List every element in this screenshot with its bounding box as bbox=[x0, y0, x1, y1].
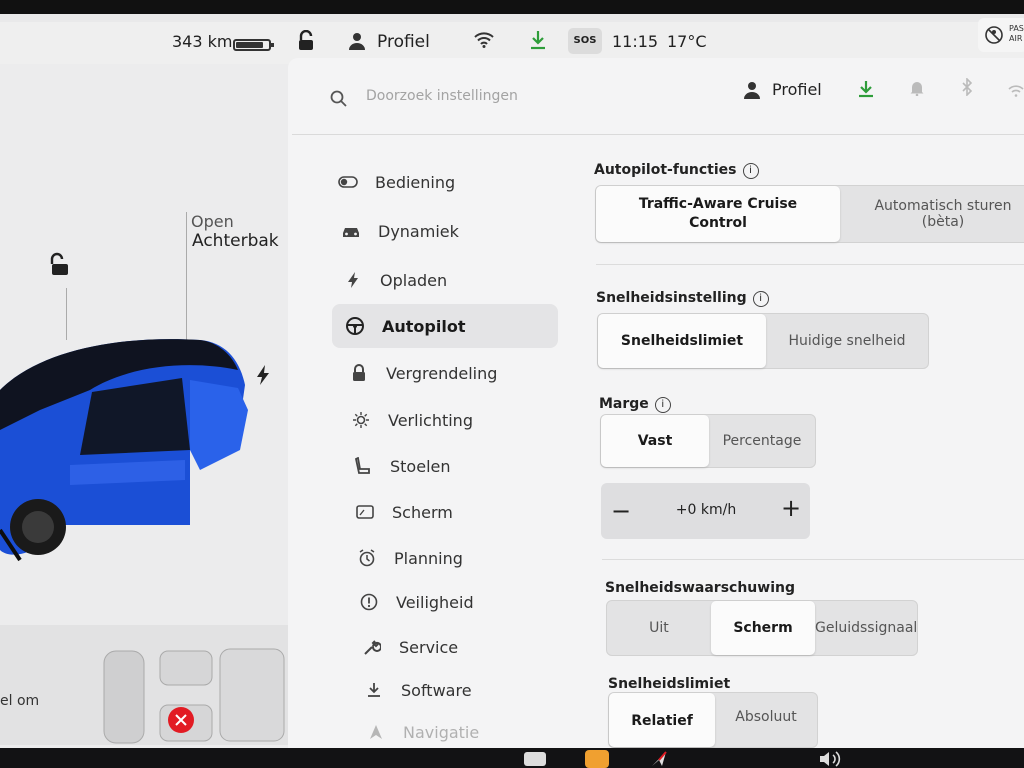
speed-setting-selector: Snelheidslimiet Huidige snelheid bbox=[597, 313, 929, 369]
speed-warning-selector: Uit Scherm Geluidssignaal bbox=[606, 600, 918, 656]
temperature[interactable]: 17°C bbox=[667, 32, 707, 51]
screen-bezel-bottom bbox=[0, 748, 1024, 768]
decrease-button[interactable]: − bbox=[607, 497, 635, 525]
nav-item-stoelen[interactable]: Stoelen bbox=[352, 446, 451, 486]
option-vast[interactable]: Vast bbox=[601, 415, 709, 467]
nav-item-opladen[interactable]: Opladen bbox=[342, 260, 447, 300]
steering-wheel-icon bbox=[344, 316, 366, 336]
autopilot-functions-title: Autopilot-functies i bbox=[594, 162, 759, 179]
margin-stepper: − +0 km/h + bbox=[601, 483, 810, 539]
battery-icon bbox=[233, 39, 274, 51]
toggle-icon bbox=[337, 176, 359, 188]
speed-limit-title: Snelheidslimiet bbox=[608, 676, 731, 692]
download-icon bbox=[363, 682, 385, 698]
nav-item-autopilot[interactable]: Autopilot bbox=[332, 304, 558, 348]
touchscreen: 343 km Profiel SOS 11:15 17°C PASS AIR O… bbox=[0, 0, 1024, 768]
header-profile-label[interactable]: Profiel bbox=[772, 80, 822, 99]
info-icon[interactable]: i bbox=[752, 291, 769, 307]
option-geluidssignaal[interactable]: Geluidssignaal bbox=[815, 601, 917, 655]
sun-icon bbox=[350, 411, 372, 429]
bluetooth-icon[interactable] bbox=[961, 77, 973, 100]
margin-title: Marge i bbox=[599, 396, 671, 413]
trunk-label[interactable]: Achterbak bbox=[192, 231, 279, 251]
dock-radio-icon[interactable] bbox=[585, 750, 609, 768]
option-automatisch-sturen[interactable]: Automatisch sturen (bèta) bbox=[840, 186, 1024, 242]
option-scherm[interactable]: Scherm bbox=[711, 601, 815, 655]
clock: 11:15 bbox=[612, 32, 659, 51]
lock-icon bbox=[348, 364, 370, 382]
screen-icon bbox=[354, 505, 376, 519]
navigation-icon bbox=[365, 724, 387, 740]
seat-map-card[interactable]: el om bbox=[0, 625, 318, 745]
dock-navigation-icon[interactable] bbox=[650, 750, 670, 768]
wrench-icon bbox=[361, 638, 383, 656]
speed-setting-title: Snelheidsinstelling i bbox=[596, 290, 769, 307]
autopilot-functions-selector: Traffic-Aware Cruise Control Automatisch… bbox=[595, 185, 1024, 243]
option-huidige-snelheid[interactable]: Huidige snelheid bbox=[766, 314, 928, 368]
seat-icon bbox=[352, 457, 374, 475]
door-unlock-icon[interactable] bbox=[46, 252, 72, 282]
header-wifi-icon[interactable] bbox=[1008, 82, 1024, 101]
nav-item-verlichting[interactable]: Verlichting bbox=[350, 400, 473, 440]
section-divider bbox=[596, 264, 1024, 265]
info-icon[interactable]: i bbox=[654, 397, 671, 413]
option-uit[interactable]: Uit bbox=[607, 601, 711, 655]
download-icon[interactable] bbox=[530, 30, 546, 54]
option-percentage[interactable]: Percentage bbox=[709, 415, 815, 467]
nav-item-software[interactable]: Software bbox=[363, 670, 472, 710]
alert-circle-icon bbox=[358, 593, 380, 611]
header-download-icon[interactable] bbox=[858, 80, 874, 102]
section-divider bbox=[602, 559, 1024, 560]
nav-item-dynamiek[interactable]: Dynamiek bbox=[340, 211, 459, 251]
nav-item-scherm[interactable]: Scherm bbox=[354, 492, 453, 532]
margin-value: +0 km/h bbox=[675, 502, 737, 518]
seat-layout-icon[interactable] bbox=[100, 645, 290, 745]
car-image[interactable] bbox=[0, 330, 270, 570]
speed-limit-selector: Relatief Absoluut bbox=[608, 692, 818, 748]
speed-warning-title: Snelheidswaarschuwing bbox=[605, 580, 795, 596]
info-icon[interactable]: i bbox=[742, 163, 759, 179]
profile-label[interactable]: Profiel bbox=[377, 32, 430, 52]
sos-button[interactable]: SOS bbox=[568, 28, 602, 54]
margin-selector: Vast Percentage bbox=[600, 414, 816, 468]
option-traffic-aware-cruise-control[interactable]: Traffic-Aware Cruise Control bbox=[596, 186, 840, 242]
search-input[interactable]: Doorzoek instellingen bbox=[366, 88, 518, 104]
bolt-icon bbox=[342, 271, 364, 289]
increase-button[interactable]: + bbox=[777, 494, 805, 522]
option-relatief[interactable]: Relatief bbox=[609, 693, 715, 747]
header-profile-icon[interactable] bbox=[744, 81, 760, 103]
screen-bezel-top bbox=[0, 0, 1024, 14]
range-readout: 343 km bbox=[172, 32, 233, 51]
nav-item-planning[interactable]: Planning bbox=[356, 538, 463, 578]
passenger-airbag-indicator: PASS AIR bbox=[978, 18, 1024, 52]
trunk-state-label: Open bbox=[191, 212, 234, 231]
search-icon[interactable] bbox=[330, 90, 348, 112]
nav-item-navigatie[interactable]: Navigatie bbox=[365, 712, 479, 752]
lock-status-icon[interactable] bbox=[297, 29, 315, 56]
seat-card-text: el om bbox=[0, 693, 40, 709]
wifi-icon bbox=[474, 32, 494, 52]
option-snelheidslimiet[interactable]: Snelheidslimiet bbox=[598, 314, 766, 368]
nav-item-vergrendeling[interactable]: Vergrendeling bbox=[348, 353, 497, 393]
alarm-clock-icon bbox=[356, 549, 378, 567]
trunk-callout-line bbox=[186, 212, 187, 340]
airbag-off-icon bbox=[985, 26, 1003, 44]
profile-icon[interactable] bbox=[348, 32, 366, 54]
nav-item-service[interactable]: Service bbox=[361, 627, 458, 667]
notification-bell-icon[interactable] bbox=[910, 80, 924, 100]
nav-item-veiligheid[interactable]: Veiligheid bbox=[358, 582, 474, 622]
car-icon bbox=[340, 224, 362, 238]
nav-item-bediening[interactable]: Bediening bbox=[337, 162, 455, 202]
header-divider bbox=[292, 134, 1024, 135]
option-absoluut[interactable]: Absoluut bbox=[715, 693, 817, 747]
volume-icon[interactable] bbox=[818, 750, 844, 768]
dock-app-icon[interactable] bbox=[524, 752, 546, 766]
